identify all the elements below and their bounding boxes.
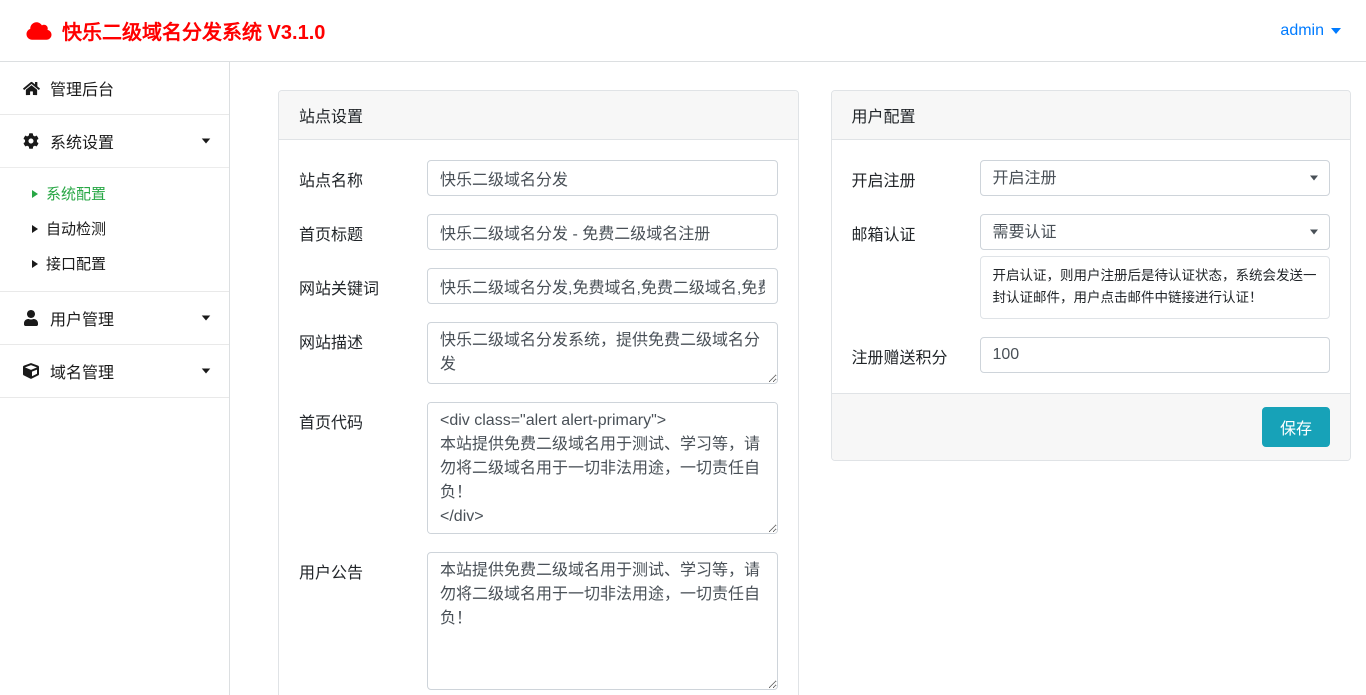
user-config-card-body: 开启注册 开启注册 邮箱认证: [832, 140, 1351, 393]
cloud-icon: [25, 21, 53, 41]
user-announcement-textarea[interactable]: 本站提供免费二级域名用于测试、学习等，请勿将二级域名用于一切非法用途，一切责任自…: [427, 552, 778, 690]
sidebar-subitem-auto-detect[interactable]: 自动检测: [0, 211, 229, 246]
sidebar-subitem-label: 接口配置: [46, 253, 106, 274]
form-row: 站点名称: [299, 160, 778, 196]
save-button[interactable]: 保存: [1262, 407, 1330, 447]
field-label: 首页标题: [299, 214, 427, 250]
form-row: 网站描述 快乐二级域名分发系统，提供免费二级域名分发: [299, 322, 778, 384]
cube-icon: [22, 363, 40, 379]
main-content: 站点设置 站点名称 首页标题 网站关键词: [230, 62, 1366, 695]
home-title-input[interactable]: [427, 214, 778, 250]
site-settings-card-title: 站点设置: [279, 91, 798, 140]
sidebar-item-admin-home[interactable]: 管理后台: [0, 62, 229, 115]
sidebar-item-domain-management[interactable]: 域名管理: [0, 345, 229, 398]
sidebar-item-label: 域名管理: [50, 359, 114, 383]
field-label: 用户公告: [299, 552, 427, 690]
sidebar-subitem-system-config[interactable]: 系统配置: [0, 176, 229, 211]
user-menu-label: admin: [1280, 22, 1324, 40]
sidebar-subitem-label: 自动检测: [46, 218, 106, 239]
app-header: 快乐二级域名分发系统 V3.1.0 admin: [0, 0, 1366, 62]
sidebar-item-label: 管理后台: [50, 76, 114, 100]
chevron-down-icon: [202, 315, 211, 320]
field-label: 站点名称: [299, 160, 427, 196]
system-settings-submenu: 系统配置 自动检测 接口配置: [0, 168, 229, 292]
sidebar-item-label: 系统设置: [50, 129, 114, 153]
user-menu[interactable]: admin: [1280, 22, 1341, 40]
brand-title: 快乐二级域名分发系统 V3.1.0: [62, 16, 325, 45]
site-keywords-input[interactable]: [427, 268, 778, 304]
chevron-down-icon: [1331, 28, 1341, 34]
home-code-textarea[interactable]: <div class="alert alert-primary"> 本站提供免费…: [427, 402, 778, 534]
form-row: 注册赠送积分: [852, 337, 1331, 373]
site-name-input[interactable]: [427, 160, 778, 196]
caret-right-icon: [32, 190, 38, 198]
chevron-down-icon: [202, 138, 211, 143]
site-settings-card-body: 站点名称 首页标题 网站关键词: [279, 140, 798, 695]
field-label: 首页代码: [299, 402, 427, 534]
field-label: 注册赠送积分: [852, 337, 980, 373]
chevron-down-icon: [202, 368, 211, 373]
field-label: 网站描述: [299, 322, 427, 384]
site-settings-card: 站点设置 站点名称 首页标题 网站关键词: [278, 90, 799, 695]
layout: 管理后台 系统设置 系统配置 自动检测 接口配置: [0, 62, 1366, 695]
field-label: 开启注册: [852, 160, 980, 196]
sidebar-item-system-settings[interactable]: 系统设置: [0, 115, 229, 168]
register-points-input[interactable]: [980, 337, 1331, 373]
field-label: 网站关键词: [299, 268, 427, 304]
caret-right-icon: [32, 225, 38, 233]
email-auth-select[interactable]: 需要认证: [980, 214, 1331, 250]
user-config-card-title: 用户配置: [832, 91, 1351, 140]
email-auth-help-text: 开启认证，则用户注册后是待认证状态，系统会发送一封认证邮件，用户点击邮件中链接进…: [980, 256, 1331, 319]
form-row: 开启注册 开启注册: [852, 160, 1331, 196]
site-description-textarea[interactable]: 快乐二级域名分发系统，提供免费二级域名分发: [427, 322, 778, 384]
sidebar-subitem-label: 系统配置: [46, 183, 106, 204]
user-icon: [22, 310, 40, 326]
sidebar: 管理后台 系统设置 系统配置 自动检测 接口配置: [0, 62, 230, 695]
user-config-card: 用户配置 开启注册 开启注册 邮箱认证: [831, 90, 1352, 461]
user-config-card-footer: 保存: [832, 393, 1351, 460]
sidebar-item-label: 用户管理: [50, 306, 114, 330]
form-row: 首页代码 <div class="alert alert-primary"> 本…: [299, 402, 778, 534]
form-row: 用户公告 本站提供免费二级域名用于测试、学习等，请勿将二级域名用于一切非法用途，…: [299, 552, 778, 690]
brand[interactable]: 快乐二级域名分发系统 V3.1.0: [25, 16, 325, 45]
form-row: 首页标题: [299, 214, 778, 250]
register-enable-select[interactable]: 开启注册: [980, 160, 1331, 196]
sidebar-item-user-management[interactable]: 用户管理: [0, 292, 229, 345]
form-row: 邮箱认证 需要认证 开启认证，则用户注册后是待认证状态，系统会发送一封认证邮件，…: [852, 214, 1331, 319]
home-icon: [22, 80, 40, 96]
caret-right-icon: [32, 260, 38, 268]
gear-icon: [22, 133, 40, 149]
sidebar-subitem-api-config[interactable]: 接口配置: [0, 246, 229, 281]
field-label: 邮箱认证: [852, 214, 980, 319]
form-row: 网站关键词: [299, 268, 778, 304]
